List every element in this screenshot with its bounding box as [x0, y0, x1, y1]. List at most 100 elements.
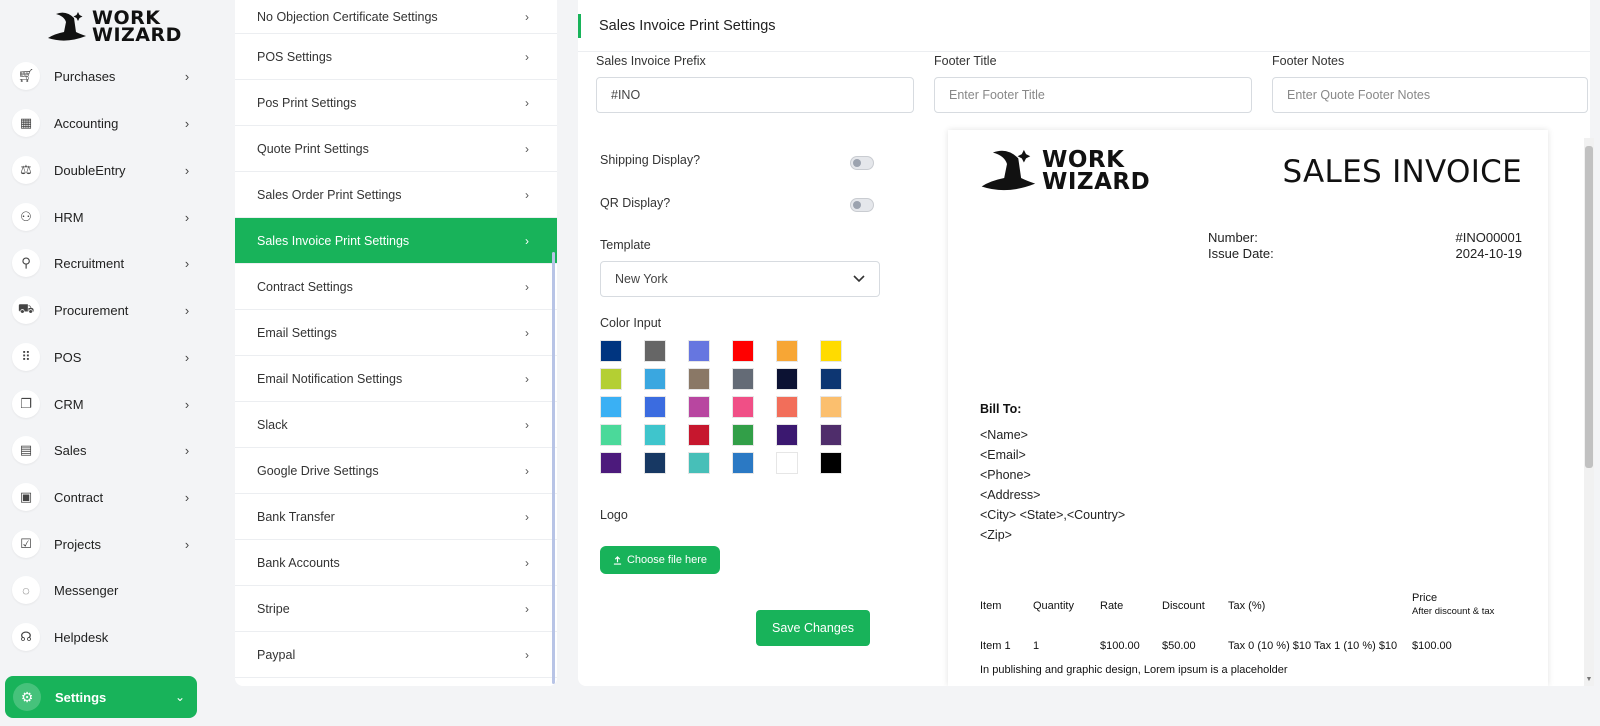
color-swatch[interactable]: [688, 424, 710, 446]
sidebar-item-recruitment[interactable]: ⚲ Recruitment ›: [12, 246, 196, 280]
sidebar-item-hrm[interactable]: ⚇ HRM ›: [12, 200, 196, 234]
settings-item-stripe[interactable]: Stripe ›: [235, 586, 557, 632]
color-swatch[interactable]: [820, 424, 842, 446]
color-swatch[interactable]: [688, 452, 710, 474]
qr-label: QR Display?: [600, 196, 671, 210]
settings-item-paypal[interactable]: Paypal ›: [235, 632, 557, 678]
row-item: Item 1: [980, 640, 1011, 652]
bill-email: <Email>: [980, 448, 1026, 462]
settings-item-sales-invoice-print[interactable]: Sales Invoice Print Settings ›: [235, 218, 557, 264]
footer-notes-input[interactable]: [1272, 77, 1588, 113]
color-swatch[interactable]: [600, 452, 622, 474]
save-changes-button[interactable]: Save Changes: [756, 610, 870, 646]
color-swatch[interactable]: [600, 340, 622, 362]
footer-title-input[interactable]: [934, 77, 1252, 113]
chevron-right-icon: ›: [525, 325, 529, 340]
bill-zip: <Zip>: [980, 528, 1012, 542]
sidebar-item-messenger[interactable]: ◌ Messenger: [12, 573, 196, 607]
chevron-right-icon: ›: [525, 141, 529, 156]
sidebar-item-helpdesk[interactable]: ☊ Helpdesk: [12, 620, 196, 654]
sidebar-item-doubleentry[interactable]: ⚖︎ DoubleEntry ›: [12, 153, 196, 187]
settings-item-email-notification[interactable]: Email Notification Settings ›: [235, 356, 557, 402]
col-price-sub: After discount & tax: [1412, 606, 1495, 617]
sidebar-item-accounting[interactable]: ▦ Accounting ›: [12, 106, 196, 140]
color-swatch[interactable]: [644, 396, 666, 418]
color-swatch[interactable]: [732, 424, 754, 446]
invoice-title: SALES INVOICE: [1282, 154, 1522, 190]
color-swatch[interactable]: [820, 396, 842, 418]
color-swatch[interactable]: [644, 452, 666, 474]
bill-city-state: <City> <State>,<Country>: [980, 508, 1126, 522]
sidebar-item-contract[interactable]: ▣ Contract ›: [12, 480, 196, 514]
color-swatch[interactable]: [688, 396, 710, 418]
chevron-right-icon: ›: [184, 68, 190, 84]
color-swatch[interactable]: [776, 340, 798, 362]
color-swatch[interactable]: [644, 340, 666, 362]
qr-toggle[interactable]: [850, 198, 874, 212]
row-tax: Tax 0 (10 %) $10 Tax 1 (10 %) $10: [1228, 640, 1398, 652]
color-swatch[interactable]: [732, 452, 754, 474]
color-swatch[interactable]: [820, 340, 842, 362]
chevron-right-icon: ›: [525, 9, 529, 24]
color-swatch[interactable]: [732, 340, 754, 362]
check-square-icon: ☑: [12, 530, 40, 558]
color-swatch[interactable]: [600, 424, 622, 446]
color-swatch[interactable]: [688, 368, 710, 390]
color-swatch[interactable]: [776, 424, 798, 446]
settings-item-pos[interactable]: POS Settings ›: [235, 34, 557, 80]
color-swatch[interactable]: [732, 368, 754, 390]
sidebar-item-projects[interactable]: ☑ Projects ›: [12, 527, 196, 561]
col-tax: Tax (%): [1228, 600, 1266, 612]
sidebar-item-purchases[interactable]: 🛒︎ Purchases ›: [12, 59, 196, 93]
invoice-number-row: Number: #INO00001: [1208, 230, 1522, 245]
footer-notes-label: Footer Notes: [1272, 54, 1345, 68]
sidebar-item-procurement[interactable]: ⛟ Procurement ›: [12, 293, 196, 327]
upload-icon: [613, 555, 622, 565]
row-description: In publishing and graphic design, Lorem …: [980, 664, 1288, 676]
template-select[interactable]: New York: [600, 261, 880, 297]
color-swatch[interactable]: [820, 452, 842, 474]
shipping-toggle[interactable]: [850, 156, 874, 170]
settings-item-bank-transfer[interactable]: Bank Transfer ›: [235, 494, 557, 540]
settings-menu-scrollbar[interactable]: [552, 252, 555, 684]
invoice-date-row: Issue Date: 2024-10-19: [1208, 246, 1522, 261]
color-swatch[interactable]: [776, 396, 798, 418]
scrollbar-thumb[interactable]: [1585, 146, 1593, 468]
settings-item-sales-order-print[interactable]: Sales Order Print Settings ›: [235, 172, 557, 218]
settings-item-contract[interactable]: Contract Settings ›: [235, 264, 557, 310]
color-swatch[interactable]: [776, 452, 798, 474]
color-swatch[interactable]: [732, 396, 754, 418]
settings-item-noc[interactable]: No Objection Certificate Settings ›: [235, 0, 557, 34]
color-swatch[interactable]: [600, 368, 622, 390]
color-swatch[interactable]: [644, 368, 666, 390]
settings-item-bank-accounts[interactable]: Bank Accounts ›: [235, 540, 557, 586]
col-item: Item: [980, 600, 1002, 612]
preview-scrollbar[interactable]: ▼: [1584, 138, 1594, 686]
scroll-down-icon[interactable]: ▼: [1585, 676, 1593, 684]
settings-item-quote-print[interactable]: Quote Print Settings ›: [235, 126, 557, 172]
settings-item-pos-print[interactable]: Pos Print Settings ›: [235, 80, 557, 126]
settings-item-slack[interactable]: Slack ›: [235, 402, 557, 448]
sidebar-item-settings[interactable]: ⚙︎ Settings ⌄: [5, 676, 197, 718]
brand-logo[interactable]: WORK WIZARD: [44, 8, 182, 46]
bill-to-heading: Bill To:: [980, 402, 1022, 416]
color-swatch[interactable]: [644, 424, 666, 446]
chevron-right-icon: ›: [184, 302, 190, 318]
sidebar-item-crm[interactable]: ❐ CRM ›: [12, 387, 196, 421]
row-discount: $50.00: [1162, 640, 1196, 652]
chevron-right-icon: ›: [525, 601, 529, 616]
sidebar-item-pos[interactable]: ⠿ POS ›: [12, 340, 196, 374]
choose-file-button[interactable]: Choose file here: [600, 546, 720, 574]
color-swatch[interactable]: [776, 368, 798, 390]
settings-item-email[interactable]: Email Settings ›: [235, 310, 557, 356]
chevron-right-icon: ›: [525, 279, 529, 294]
chevron-right-icon: ›: [184, 115, 190, 131]
prefix-input[interactable]: [596, 77, 914, 113]
color-swatch[interactable]: [600, 396, 622, 418]
color-swatch[interactable]: [688, 340, 710, 362]
settings-item-google-drive[interactable]: Google Drive Settings ›: [235, 448, 557, 494]
color-swatch[interactable]: [820, 368, 842, 390]
page-title: Sales Invoice Print Settings: [599, 17, 776, 34]
cart-icon: 🛒︎: [12, 62, 40, 90]
sidebar-item-sales[interactable]: ▤ Sales ›: [12, 433, 196, 467]
